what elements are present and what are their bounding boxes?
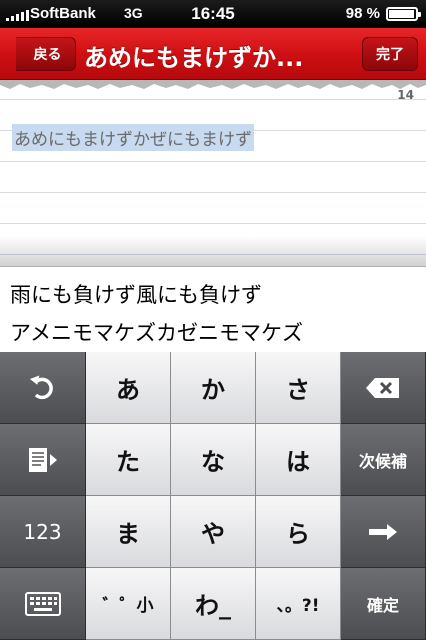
navigation-bar: 戻る あめにもまけずか... 完了 [0,28,426,80]
torn-paper-edge [0,80,426,89]
key-punctuation[interactable]: 、。?! [256,568,341,640]
undo-key[interactable] [0,352,86,424]
back-button[interactable]: 戻る [16,37,76,71]
keyboard-switch-key[interactable] [0,568,86,640]
cursor-left-key[interactable] [0,424,86,496]
arrow-right-icon [369,523,397,540]
candidate-katakana[interactable]: アメニモマケズカゼニモマケズ [10,317,303,347]
status-bar: SoftBank 3G 16:45 98 % [0,0,426,28]
character-count: 14 [397,88,414,102]
key-ma[interactable]: ま [86,496,171,568]
next-candidate-key[interactable]: 次候補 [341,424,426,496]
key-a[interactable]: あ [86,352,171,424]
key-dakuten[interactable]: ゛゜小 [86,568,171,640]
key-ha[interactable]: は [256,424,341,496]
battery-icon [386,7,421,21]
battery-fill [389,10,415,18]
page-title: あめにもまけずか... [84,44,304,70]
memo-text[interactable]: あめにもまけずかぜにもまけず [12,124,254,151]
key-ya[interactable]: や [171,496,256,568]
undo-icon [29,375,53,399]
key-wa[interactable]: わ_ [171,568,256,640]
done-button[interactable]: 完了 [362,37,418,71]
numbers-key[interactable]: 123 [0,496,86,568]
key-na[interactable]: な [171,424,256,496]
delete-key[interactable] [341,352,426,424]
key-ta[interactable]: た [86,424,171,496]
key-ra[interactable]: ら [256,496,341,568]
memo-editor[interactable]: 14 あめにもまけずかぜにもまけず [0,80,426,266]
battery-percent: 98 % [345,5,380,22]
cursor-right-key[interactable] [341,496,426,568]
candidate-kanji[interactable]: 雨にも負けず風にも負けず [10,279,262,309]
keyboard-shadow [0,236,426,266]
conversion-candidates: 雨にも負けず風にも負けず アメニモマケズカゼニモマケズ [0,266,426,352]
key-ka[interactable]: か [171,352,256,424]
key-sa[interactable]: さ [256,352,341,424]
backspace-icon [366,377,399,398]
document-arrow-icon [28,447,57,472]
confirm-key[interactable]: 確定 [341,568,426,640]
keyboard-icon [24,591,61,616]
kana-keyboard: あ か さ た な は 次候補 123 ま や ら ゛゜小 わ_ 、。?! 確定 [0,352,426,640]
